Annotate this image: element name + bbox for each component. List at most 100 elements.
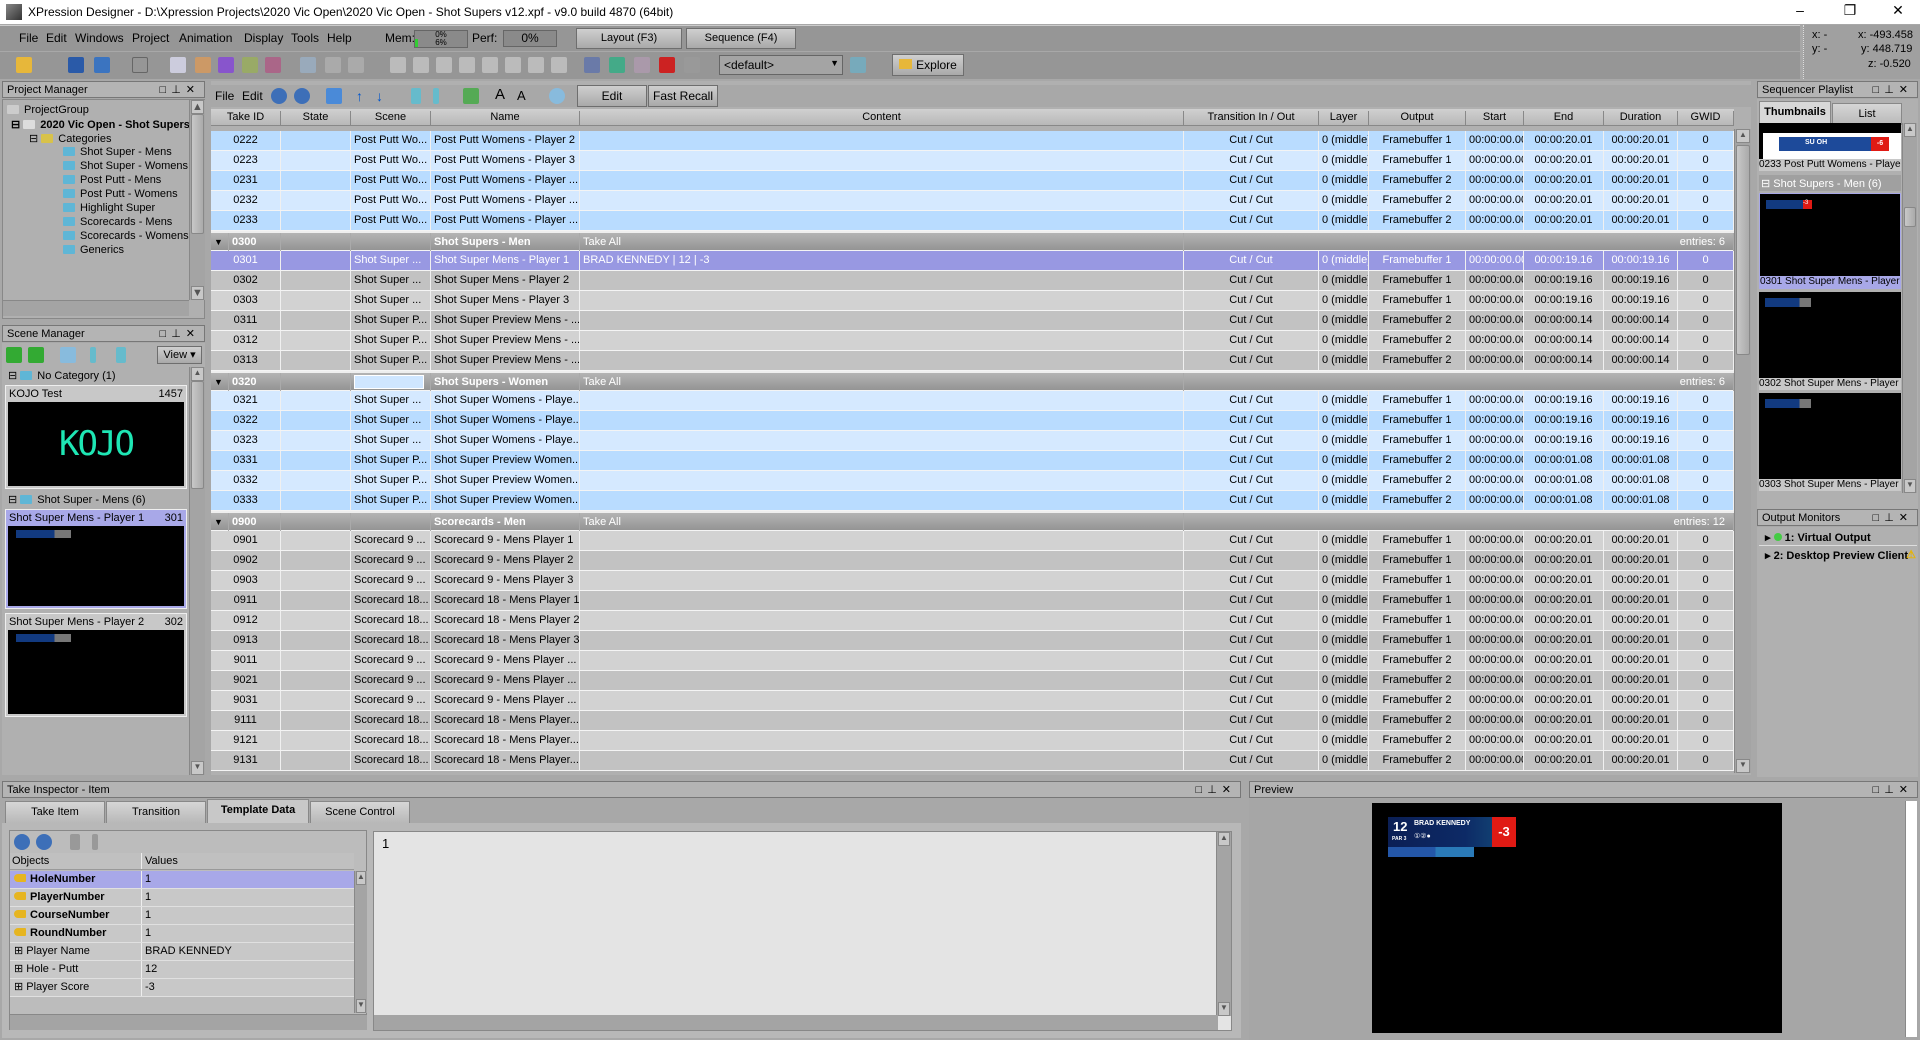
take-row[interactable]: 0302 Shot Super ... Shot Super Mens - Play… <box>211 271 1734 291</box>
scroll-down-icon[interactable]: ▼ <box>1904 479 1916 493</box>
column-header[interactable]: End <box>1524 111 1604 125</box>
tab-take-item[interactable]: Take Item <box>5 801 105 823</box>
playlist-thumb[interactable]: SU OH -6 0233 Post Putt Womens - Player <box>1759 123 1901 171</box>
take-row[interactable]: 0233 Post Putt Wo... Post Putt Womens - Pl… <box>211 211 1734 231</box>
scroll-down-icon[interactable]: ▼ <box>1736 759 1750 773</box>
panel-controls-icon[interactable]: □⊥✕ <box>1196 783 1236 796</box>
scene-card[interactable]: Shot Super Mens - Player 2 302 <box>5 613 187 717</box>
take-row[interactable]: 0223 Post Putt Wo... Post Putt Womens - Pl… <box>211 151 1734 171</box>
edit-enabled-button[interactable]: Edit Enabled <box>577 85 647 123</box>
tree-category-item[interactable]: Shot Super - Mens <box>63 146 172 158</box>
take-row[interactable]: 0303 Shot Super ... Shot Super Mens - Play… <box>211 291 1734 311</box>
take-row[interactable]: 0313 Shot Super P... Shot Super Preview Me… <box>211 351 1734 371</box>
output-desktop-preview[interactable]: ▸ 2: Desktop Preview Client ⚠ <box>1759 547 1917 564</box>
scene-dropdown[interactable]: <default> ▼ <box>719 55 843 75</box>
move-gizmo-icon[interactable] <box>195 57 211 73</box>
select-arrow-icon[interactable] <box>170 57 186 73</box>
scene-card-selected[interactable]: Shot Super Mens - Player 1 301 <box>5 509 187 609</box>
add-category-icon[interactable] <box>28 347 44 363</box>
template-field-row[interactable]: ⊞ Hole - Putt 12 <box>10 961 354 979</box>
take-all-link[interactable]: Take All <box>580 233 1184 252</box>
take-row[interactable]: 0912 Scorecard 18... Scorecard 18 - Mens P… <box>211 611 1734 631</box>
template-field-row[interactable]: ⊞ Player Score -3 <box>10 979 354 997</box>
record-icon[interactable] <box>659 57 675 73</box>
tree-icon[interactable] <box>70 834 80 850</box>
field-value[interactable]: 1 <box>141 925 151 942</box>
category-no-category[interactable]: ⊟ No Category (1) <box>8 369 116 382</box>
menu-animation[interactable]: Animation <box>179 31 232 45</box>
save-icon[interactable] <box>68 57 84 73</box>
menu-help[interactable]: Help <box>327 31 352 45</box>
tab-template-data[interactable]: Template Data <box>207 799 309 823</box>
shield-icon[interactable] <box>584 57 600 73</box>
explore-button[interactable]: Explore <box>892 54 964 76</box>
scroll-thumb[interactable] <box>1736 145 1750 355</box>
take-row[interactable]: 0901 Scorecard 9 ... Scorecard 9 - Mens Pl… <box>211 531 1734 551</box>
render-icon[interactable] <box>609 57 625 73</box>
tab-list[interactable]: List <box>1832 103 1902 125</box>
maximize-button[interactable]: ❐ <box>1830 2 1870 19</box>
take-table-scrollbar[interactable]: ▲ ▼ <box>1734 129 1751 773</box>
distribute-4-icon[interactable] <box>459 57 475 73</box>
take-row[interactable]: 0232 Post Putt Wo... Post Putt Womens - Pl… <box>211 191 1734 211</box>
tree-category-item[interactable]: Highlight Super <box>63 202 155 214</box>
blank-icon[interactable] <box>132 57 148 73</box>
seq-menu-edit[interactable]: Edit <box>242 89 263 103</box>
column-header[interactable]: Layer <box>1319 111 1369 125</box>
scale-gizmo-icon[interactable] <box>242 57 258 73</box>
expand-triangle-icon[interactable]: ▼ <box>211 233 229 252</box>
menu-edit[interactable]: Edit <box>46 31 67 45</box>
import-icon[interactable] <box>463 88 479 104</box>
take-row[interactable]: 9011 Scorecard 9 ... Scorecard 9 - Mens Pl… <box>211 651 1734 671</box>
menu-windows[interactable]: Windows <box>75 31 124 45</box>
playlist-group[interactable]: ⊟ Shot Supers - Men (6) <box>1759 175 1901 191</box>
menu-display[interactable]: Display <box>244 31 283 45</box>
take-row[interactable]: 0312 Shot Super P... Shot Super Preview Me… <box>211 331 1734 351</box>
tab-transition[interactable]: Transition <box>106 801 206 823</box>
grid-icon[interactable] <box>634 57 650 73</box>
output-virtual[interactable]: ▸ 1: Virtual Output <box>1759 529 1917 546</box>
list-icon[interactable] <box>433 88 439 104</box>
distribute-2-icon[interactable] <box>413 57 429 73</box>
tree-category-item[interactable]: Scorecards - Mens <box>63 216 172 228</box>
menu-project[interactable]: Project <box>132 31 169 45</box>
tree-category-item[interactable]: Shot Super - Womens <box>63 160 188 172</box>
field-value[interactable]: 1 <box>141 907 151 924</box>
search-icon[interactable] <box>549 88 565 104</box>
grid-hscrollbar[interactable] <box>10 1014 367 1030</box>
field-value[interactable]: 1 <box>141 871 151 888</box>
move-up-circle-icon[interactable] <box>14 834 30 850</box>
tree-icon[interactable] <box>116 347 126 363</box>
take-all-link[interactable]: Take All <box>580 373 1184 392</box>
font-increase-icon[interactable]: A <box>495 86 511 103</box>
column-header[interactable]: Start <box>1466 111 1524 125</box>
field-value[interactable]: 12 <box>141 961 157 978</box>
globe-icon[interactable] <box>326 88 342 104</box>
playlist-thumb[interactable]: 0303 Shot Super Mens - Player <box>1759 393 1901 491</box>
network-icon[interactable] <box>850 57 866 73</box>
scroll-up-icon[interactable]: ▲ <box>356 871 366 885</box>
distribute-3-icon[interactable] <box>436 57 452 73</box>
take-row[interactable]: 0911 Scorecard 18... Scorecard 18 - Mens P… <box>211 591 1734 611</box>
take-all-link[interactable]: Take All <box>580 513 1184 532</box>
tree-project-group[interactable]: ProjectGroup <box>7 104 89 116</box>
panel-controls-icon[interactable]: □⊥✕ <box>160 327 200 340</box>
search-icon[interactable] <box>60 347 76 363</box>
panel-controls-icon[interactable]: □⊥✕ <box>1873 83 1913 96</box>
take-row[interactable]: 0913 Scorecard 18... Scorecard 18 - Mens P… <box>211 631 1734 651</box>
layout-mode-button[interactable]: Layout (F3) <box>576 28 682 49</box>
grid-scrollbar[interactable]: ▲ ▼ <box>354 871 367 1013</box>
list-icon[interactable] <box>92 834 98 850</box>
view-button[interactable]: View ▾ <box>157 346 202 364</box>
align-icon[interactable] <box>300 57 316 73</box>
expand-triangle-icon[interactable]: ▼ <box>211 513 229 532</box>
template-field-row[interactable]: HoleNumber 1 <box>10 871 354 889</box>
playlist-thumb[interactable]: 0302 Shot Super Mens - Player <box>1759 292 1901 390</box>
menu-tools[interactable]: Tools <box>291 31 319 45</box>
take-row[interactable]: 0321 Shot Super ... Shot Super Womens - Pl… <box>211 391 1734 411</box>
column-header[interactable]: Transition In / Out <box>1184 111 1319 125</box>
value-editor[interactable]: 1 ▲ ▼ <box>373 831 1232 1031</box>
scene-manager-scrollbar[interactable]: ▲ ▼ <box>189 367 205 775</box>
scroll-down-icon[interactable]: ▼ <box>1218 1002 1230 1016</box>
take-row[interactable]: 0231 Post Putt Wo... Post Putt Womens - Pl… <box>211 171 1734 191</box>
